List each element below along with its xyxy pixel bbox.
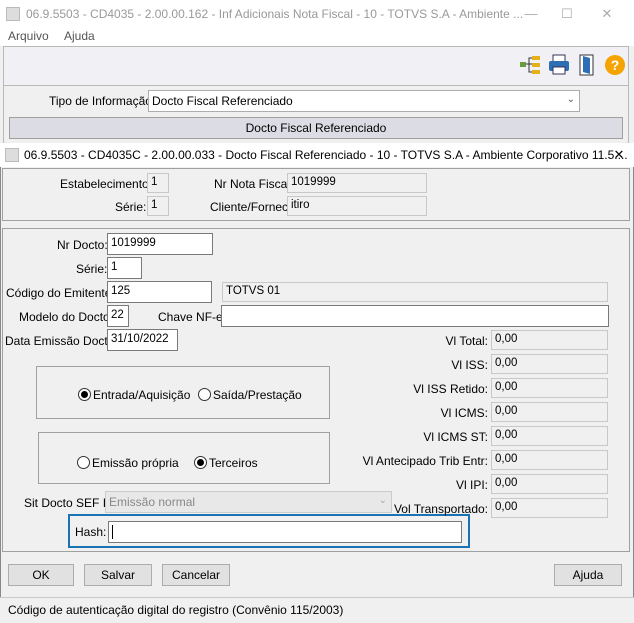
maximize-icon[interactable]: ☐ <box>558 5 576 23</box>
radio-saida-label: Saída/Prestação <box>213 388 302 402</box>
section-header: Docto Fiscal Referenciado <box>9 117 623 139</box>
radio-terceiros[interactable] <box>194 456 207 469</box>
value-label: Vl ISS Retido: <box>413 382 488 396</box>
parent-title-bar: 06.9.5503 - CD4035 - 2.00.00.162 - Inf A… <box>0 0 634 28</box>
value-field: 0,00 <box>491 426 608 446</box>
value-label: Vl Antecipado Trib Entr: <box>362 454 488 468</box>
value-label: Vl IPI: <box>455 478 488 492</box>
tree-structure-icon[interactable] <box>518 53 542 77</box>
estabelecimento-value: 1 <box>147 173 169 193</box>
header-serie-value: 1 <box>147 196 169 216</box>
data-emissao-label: Data Emissão Docto: <box>5 334 118 348</box>
chave-nfe-input[interactable] <box>221 305 609 327</box>
hash-label: Hash: <box>75 525 107 539</box>
serie-label: Série: <box>76 262 108 276</box>
codigo-emitente-input[interactable]: 125 <box>107 281 212 303</box>
hash-input[interactable] <box>108 521 462 543</box>
nr-docto-label: Nr Docto: <box>57 238 108 252</box>
ok-button[interactable]: OK <box>8 564 74 586</box>
header-serie-label: Série: <box>115 200 147 214</box>
cliente-fornec-value: itiro <box>287 196 427 216</box>
modelo-docto-input[interactable]: 22 <box>107 305 129 327</box>
radio-entrada[interactable] <box>78 388 91 401</box>
modelo-docto-label: Modelo do Docto: <box>19 310 114 324</box>
radio-saida[interactable] <box>198 388 211 401</box>
radio-emissao-propria-label: Emissão própria <box>92 456 179 470</box>
menu-ajuda[interactable]: Ajuda <box>64 29 95 43</box>
emissao-group: Emissão própria Terceiros <box>38 432 330 484</box>
value-label: Vl ICMS ST: <box>423 430 488 444</box>
chave-nfe-label: Chave NF-e: <box>158 310 227 324</box>
tipo-informacao-select[interactable]: Docto Fiscal Referenciado ⌄ <box>148 90 580 112</box>
svg-text:?: ? <box>611 57 620 73</box>
cliente-fornec-label: Cliente/Fornec: <box>210 200 292 214</box>
exit-door-icon[interactable] <box>575 53 599 77</box>
parent-window-title: 06.9.5503 - CD4035 - 2.00.00.162 - Inf A… <box>26 7 524 21</box>
radio-entrada-label: Entrada/Aquisição <box>93 388 191 402</box>
cancelar-button[interactable]: Cancelar <box>162 564 230 586</box>
nr-nota-fiscal-label: Nr Nota Fiscal: <box>214 177 294 191</box>
printer-icon[interactable] <box>547 53 571 77</box>
value-field: 0,00 <box>491 378 608 398</box>
value-field: 0,00 <box>491 402 608 422</box>
sit-docto-select[interactable]: Emissão normal ⌄ <box>105 491 392 513</box>
close-icon[interactable]: ✕ <box>598 5 616 23</box>
radio-emissao-propria[interactable] <box>77 456 90 469</box>
chevron-down-icon: ⌄ <box>566 94 575 105</box>
menu-arquivo[interactable]: Arquivo <box>8 29 49 43</box>
radio-terceiros-label: Terceiros <box>209 456 258 470</box>
hash-focus-frame: Hash: <box>68 514 470 548</box>
parent-toolbar: ? <box>3 46 629 86</box>
dialog-close-icon[interactable]: ✕ <box>610 146 628 164</box>
header-info-panel: Estabelecimento: 1 Nr Nota Fiscal: 10199… <box>2 168 630 221</box>
value-field: 0,00 <box>491 354 608 374</box>
status-text: Código de autenticação digital do regist… <box>8 603 344 617</box>
menu-bar: Arquivo Ajuda <box>0 28 634 46</box>
text-cursor <box>112 525 113 539</box>
nr-docto-input[interactable]: 1019999 <box>107 233 213 255</box>
serie-input[interactable]: 1 <box>107 257 142 279</box>
chevron-down-icon: ⌄ <box>378 495 387 506</box>
app-icon <box>6 7 20 21</box>
value-label: Vl Total: <box>445 334 488 348</box>
value-field: 0,00 <box>491 498 608 518</box>
value-field: 0,00 <box>491 330 608 350</box>
emitente-nome-value: TOTVS 01 <box>222 282 608 302</box>
data-emissao-input[interactable]: 31/10/2022 <box>107 329 178 351</box>
help-icon[interactable]: ? <box>603 53 627 77</box>
tipo-informacao-label: Tipo de Informação: <box>49 94 156 108</box>
estabelecimento-label: Estabelecimento: <box>60 177 153 191</box>
parent-body: Tipo de Informação: Docto Fiscal Referen… <box>3 86 629 146</box>
value-label: Vl ISS: <box>451 358 488 372</box>
value-label: Vl ICMS: <box>440 406 488 420</box>
dialog-title: 06.9.5503 - CD4035C - 2.00.00.033 - Doct… <box>24 148 628 162</box>
nr-nota-fiscal-value: 1019999 <box>287 173 427 193</box>
ajuda-button[interactable]: Ajuda <box>554 564 622 586</box>
salvar-button[interactable]: Salvar <box>84 564 152 586</box>
dialog-title-bar: 06.9.5503 - CD4035C - 2.00.00.033 - Doct… <box>0 143 634 167</box>
value-label: Vol Transportado: <box>393 502 488 516</box>
value-field: 0,00 <box>491 450 608 470</box>
value-field: 0,00 <box>491 474 608 494</box>
main-form-panel: Nr Docto: 1019999 Série: 1 Código do Emi… <box>2 228 630 552</box>
sit-docto-label: Sit Docto SEF II: <box>24 496 113 510</box>
dialog-app-icon <box>5 148 19 162</box>
codigo-emitente-label: Código do Emitente: <box>6 286 115 300</box>
minimize-icon[interactable]: — <box>522 5 540 23</box>
entrada-saida-group: Entrada/Aquisição Saída/Prestação <box>36 366 330 419</box>
status-bar: Código de autenticação digital do regist… <box>0 597 634 623</box>
